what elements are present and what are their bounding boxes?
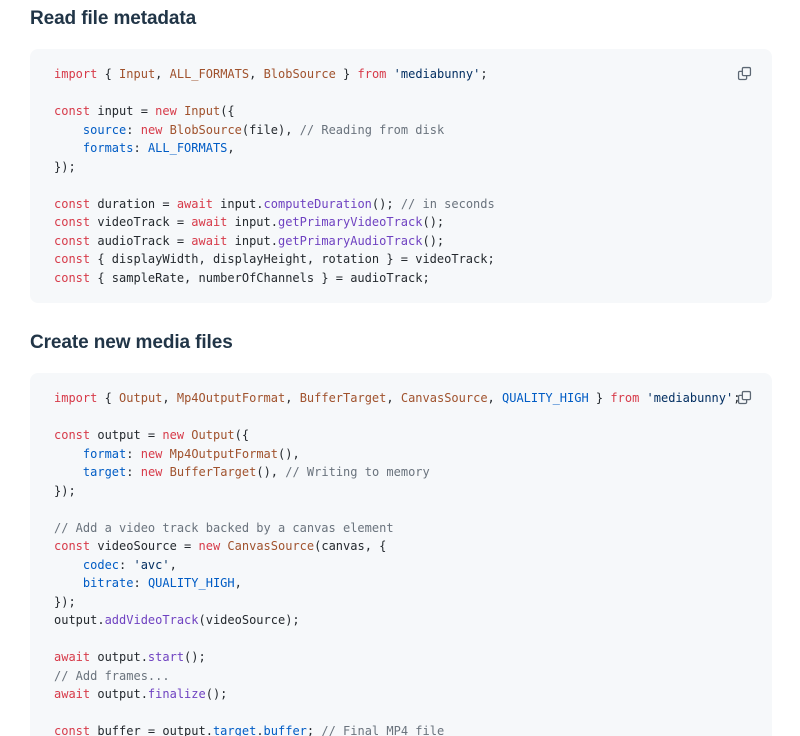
code-line: import { Input, ALL_FORMATS, BlobSource …: [54, 65, 748, 84]
code-line: format: new Mp4OutputFormat(),: [54, 445, 748, 464]
code-line: const { displayWidth, displayHeight, rot…: [54, 250, 748, 269]
code-line: const videoTrack = await input.getPrimar…: [54, 213, 748, 232]
code-line: formats: ALL_FORMATS,: [54, 139, 748, 158]
code-line: await output.finalize();: [54, 685, 748, 704]
code-line: const { sampleRate, numberOfChannels } =…: [54, 269, 748, 288]
code-line: [54, 176, 748, 195]
code-line: });: [54, 158, 748, 177]
code-line: const audioTrack = await input.getPrimar…: [54, 232, 748, 251]
code-line: codec: 'avc',: [54, 556, 748, 575]
code-line: const input = new Input({: [54, 102, 748, 121]
code-line: [54, 704, 748, 723]
copy-icon: [736, 65, 753, 82]
code-line: const output = new Output({: [54, 426, 748, 445]
code-line: output.addVideoTrack(videoSource);: [54, 611, 748, 630]
copy-code-button[interactable]: [731, 60, 757, 86]
code-block-read-file-metadata: import { Input, ALL_FORMATS, BlobSource …: [30, 49, 772, 303]
copy-code-button[interactable]: [731, 384, 757, 410]
code-block-create-new-media-files: import { Output, Mp4OutputFormat, Buffer…: [30, 373, 772, 736]
code-line: // Add a video track backed by a canvas …: [54, 519, 748, 538]
code-line: import { Output, Mp4OutputFormat, Buffer…: [54, 389, 748, 408]
code-line: // Add frames...: [54, 667, 748, 686]
code-line: const buffer = output.target.buffer; // …: [54, 722, 748, 736]
section-heading-create-new-media-files: Create new media files: [30, 330, 772, 356]
section-read-file-metadata: Read file metadata import { Input, ALL_F…: [30, 6, 772, 303]
docs-page: Read file metadata import { Input, ALL_F…: [0, 0, 800, 736]
code-content: import { Input, ALL_FORMATS, BlobSource …: [54, 65, 748, 287]
code-line: [54, 630, 748, 649]
copy-icon: [736, 389, 753, 406]
code-line: await output.start();: [54, 648, 748, 667]
code-line: [54, 408, 748, 427]
code-line: [54, 500, 748, 519]
code-line: [54, 84, 748, 103]
code-line: bitrate: QUALITY_HIGH,: [54, 574, 748, 593]
code-content: import { Output, Mp4OutputFormat, Buffer…: [54, 389, 748, 736]
code-line: source: new BlobSource(file), // Reading…: [54, 121, 748, 140]
section-create-new-media-files: Create new media files import { Output, …: [30, 330, 772, 736]
section-heading-read-file-metadata: Read file metadata: [30, 6, 772, 32]
code-line: });: [54, 593, 748, 612]
code-line: });: [54, 482, 748, 501]
code-line: const duration = await input.computeDura…: [54, 195, 748, 214]
code-line: target: new BufferTarget(), // Writing t…: [54, 463, 748, 482]
code-line: const videoSource = new CanvasSource(can…: [54, 537, 748, 556]
